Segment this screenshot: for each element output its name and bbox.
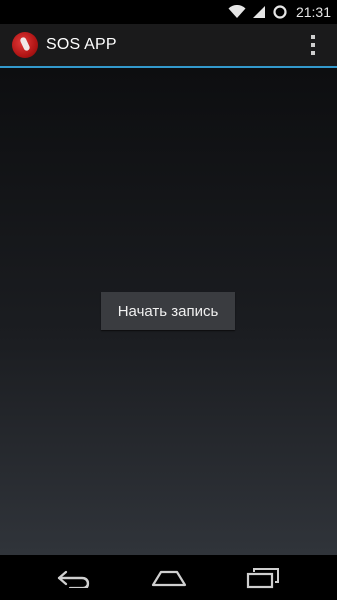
back-icon	[57, 570, 90, 588]
screen: 21:31 SOS APP Начать запись	[0, 0, 337, 600]
app-title: SOS APP	[46, 36, 117, 53]
overflow-menu-icon[interactable]	[309, 35, 317, 55]
recents-button[interactable]	[233, 555, 293, 600]
home-button[interactable]	[139, 555, 199, 600]
signal-icon	[252, 6, 265, 18]
clock: 21:31	[295, 4, 331, 20]
recents-icon	[246, 567, 279, 588]
home-icon	[151, 570, 187, 586]
overflow-dot	[311, 35, 315, 39]
main-content: Начать запись	[0, 68, 337, 555]
sync-icon	[273, 5, 287, 19]
action-bar: SOS APP	[0, 24, 337, 66]
status-bar: 21:31	[0, 0, 337, 24]
start-recording-button[interactable]: Начать запись	[101, 292, 235, 330]
back-button[interactable]	[44, 555, 104, 600]
wifi-icon	[228, 5, 246, 18]
navigation-bar	[0, 555, 337, 600]
overflow-dot	[311, 51, 315, 55]
overflow-dot	[311, 43, 315, 47]
microphone-app-icon[interactable]	[12, 32, 38, 58]
